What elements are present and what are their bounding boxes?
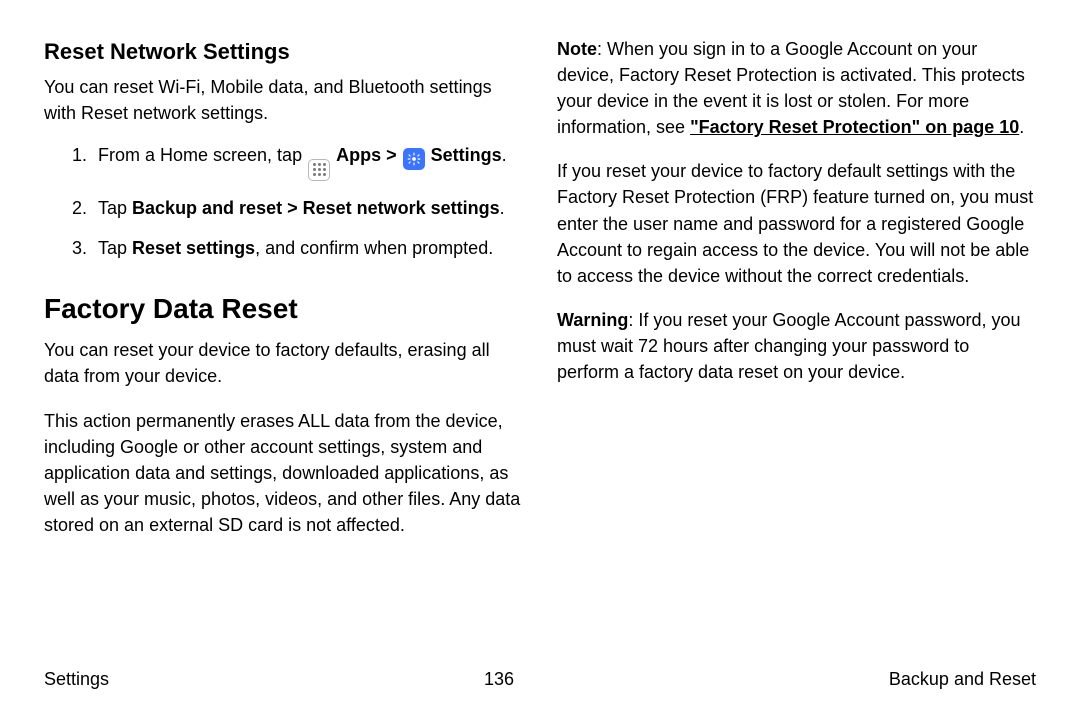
note-label: Note bbox=[557, 39, 597, 59]
section-heading-factory-reset: Factory Data Reset bbox=[44, 289, 523, 330]
step-2-text-a: Tap bbox=[98, 198, 132, 218]
step-1: From a Home screen, tap Apps > bbox=[92, 142, 523, 181]
footer-left: Settings bbox=[44, 666, 109, 692]
apps-icon bbox=[308, 159, 330, 181]
step-3-bold: Reset settings bbox=[132, 238, 255, 258]
step-1-separator: > bbox=[386, 145, 402, 165]
section-heading-reset-network: Reset Network Settings bbox=[44, 36, 523, 68]
step-3-text-a: Tap bbox=[98, 238, 132, 258]
factory-reset-p1: You can reset your device to factory def… bbox=[44, 337, 523, 389]
step-3-text-c: , and confirm when prompted. bbox=[255, 238, 493, 258]
settings-icon bbox=[403, 148, 425, 170]
step-1-end: . bbox=[502, 145, 507, 165]
note-end: . bbox=[1019, 117, 1024, 137]
factory-reset-p2: This action permanently erases ALL data … bbox=[44, 408, 523, 538]
right-column: Note: When you sign in to a Google Accou… bbox=[557, 36, 1036, 636]
frp-explanation: If you reset your device to factory defa… bbox=[557, 158, 1036, 288]
left-column: Reset Network Settings You can reset Wi-… bbox=[44, 36, 523, 636]
warning-paragraph: Warning: If you reset your Google Accoun… bbox=[557, 307, 1036, 385]
step-1-apps-label: Apps bbox=[336, 145, 381, 165]
content-columns: Reset Network Settings You can reset Wi-… bbox=[44, 36, 1036, 636]
step-3: Tap Reset settings, and confirm when pro… bbox=[92, 235, 523, 261]
step-2-text-c: . bbox=[500, 198, 505, 218]
footer-page-number: 136 bbox=[484, 666, 514, 692]
reset-network-steps: From a Home screen, tap Apps > bbox=[44, 142, 523, 261]
step-2: Tap Backup and reset > Reset network set… bbox=[92, 195, 523, 221]
page-footer: Settings 136 Backup and Reset bbox=[44, 666, 1036, 692]
reset-network-intro: You can reset Wi-Fi, Mobile data, and Bl… bbox=[44, 74, 523, 126]
frp-link[interactable]: "Factory Reset Protection" on page 10 bbox=[690, 117, 1019, 137]
step-1-text-a: From a Home screen, tap bbox=[98, 145, 307, 165]
footer-right: Backup and Reset bbox=[889, 666, 1036, 692]
note-paragraph: Note: When you sign in to a Google Accou… bbox=[557, 36, 1036, 140]
step-1-settings-label: Settings bbox=[431, 145, 502, 165]
warning-label: Warning bbox=[557, 310, 628, 330]
step-2-bold: Backup and reset > Reset network setting… bbox=[132, 198, 500, 218]
